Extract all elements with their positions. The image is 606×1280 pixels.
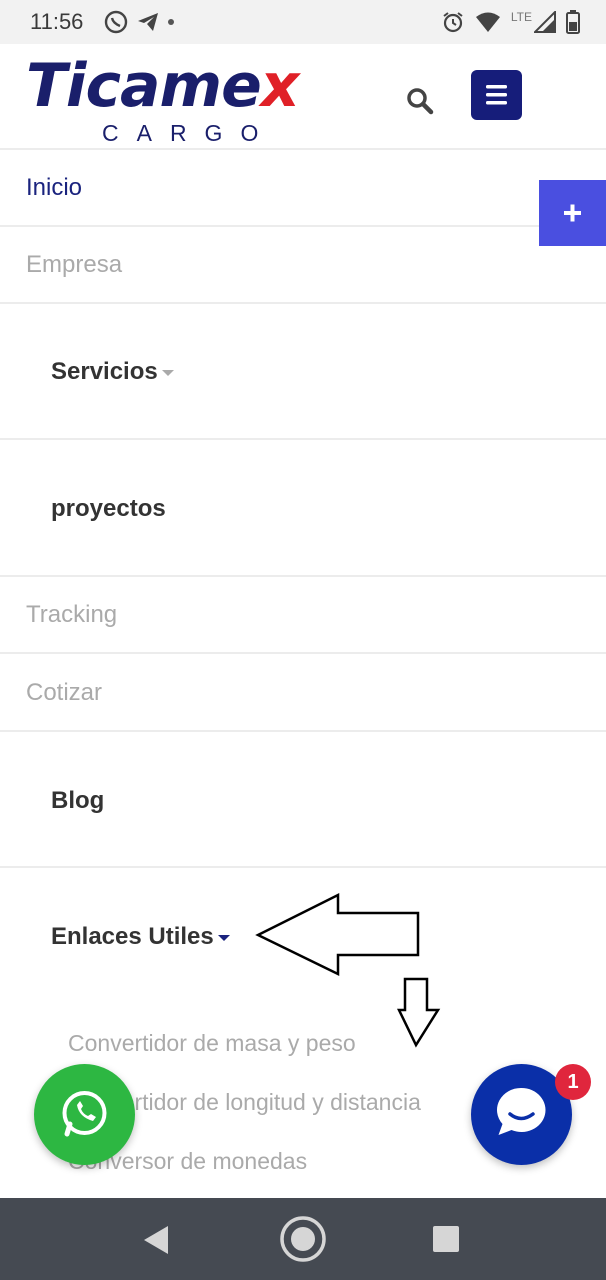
whatsapp-button[interactable] xyxy=(34,1064,135,1165)
android-nav-bar xyxy=(0,1198,606,1280)
left-arrow-icon xyxy=(255,892,420,976)
recents-icon[interactable] xyxy=(431,1224,461,1254)
back-icon[interactable] xyxy=(140,1224,172,1256)
whatsapp-icon xyxy=(62,1091,107,1137)
down-arrow-icon xyxy=(397,977,441,1048)
home-icon[interactable] xyxy=(279,1215,327,1263)
chat-notification-badge: 1 xyxy=(555,1064,591,1100)
